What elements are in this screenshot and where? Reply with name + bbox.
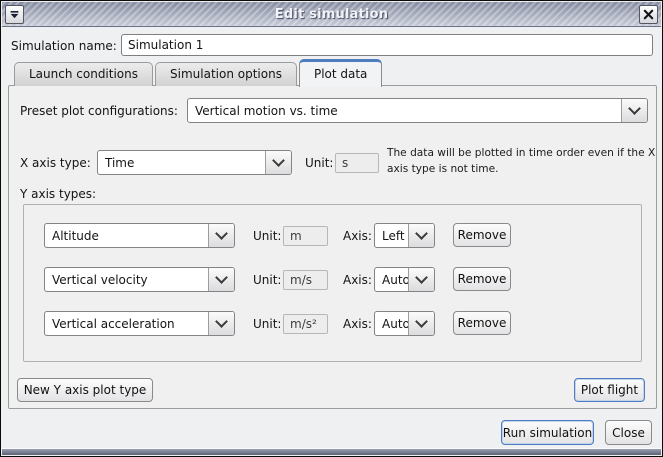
tab-launch-conditions[interactable]: Launch conditions [14, 62, 153, 86]
simulation-name-label: Simulation name: [11, 39, 117, 53]
new-y-axis-plot-type-button[interactable]: New Y axis plot type [17, 378, 153, 402]
combo-arrow-button[interactable] [208, 224, 234, 247]
combo-arrow-button[interactable] [408, 224, 434, 247]
x-axis-type-select[interactable]: Time [97, 150, 292, 175]
x-axis-unit-value: s [335, 153, 379, 173]
axis-label: Axis: [343, 317, 372, 331]
edit-simulation-dialog: Edit simulation Simulation name: Launch … [0, 0, 663, 457]
preset-label: Preset plot configurations: [20, 104, 178, 118]
remove-button[interactable]: Remove [453, 311, 511, 335]
axis-selected-value: Auto [375, 312, 408, 335]
unit-value: m/s² [283, 314, 328, 334]
y-axis-types-label: Y axis types: [20, 187, 96, 201]
y-axis-selected-value: Altitude [45, 224, 208, 247]
axis-label: Axis: [343, 229, 372, 243]
axis-selected-value: Auto [375, 268, 408, 291]
unit-value: m/s [283, 270, 328, 290]
remove-button[interactable]: Remove [453, 267, 511, 291]
plot-data-panel: Preset plot configurations: Vertical mot… [8, 85, 657, 409]
window-bottom-frame [2, 448, 661, 455]
unit-label: Unit: [253, 229, 281, 243]
unit-label: Unit: [253, 273, 281, 287]
y-axis-selected-value: Vertical velocity [45, 268, 208, 291]
chevron-down-icon [415, 315, 428, 328]
x-axis-unit-label: Unit: [305, 156, 333, 170]
close-dialog-button[interactable]: Close [605, 420, 652, 445]
axis-select[interactable]: Left [374, 223, 435, 248]
chevron-down-icon [415, 271, 428, 284]
chevron-down-icon [215, 271, 228, 284]
tab-plot-data[interactable]: Plot data [299, 59, 382, 87]
y-axis-type-select[interactable]: Altitude [44, 223, 235, 248]
chevron-down-icon [215, 315, 228, 328]
remove-button[interactable]: Remove [453, 223, 511, 247]
chevron-down-icon [415, 227, 428, 240]
preset-selected-value: Vertical motion vs. time [188, 99, 621, 122]
combo-arrow-button[interactable] [408, 312, 434, 335]
combo-arrow-button[interactable] [408, 268, 434, 291]
window-title: Edit simulation [27, 7, 636, 22]
y-axis-type-select[interactable]: Vertical velocity [44, 267, 235, 292]
titlebar[interactable]: Edit simulation [2, 2, 661, 27]
axis-select[interactable]: Auto [374, 267, 435, 292]
unit-value: m [283, 226, 328, 246]
close-icon [643, 9, 654, 20]
close-button[interactable] [639, 5, 658, 24]
combo-arrow-button[interactable] [265, 151, 291, 174]
axis-selected-value: Left [375, 224, 408, 247]
chevron-down-icon [628, 102, 641, 115]
tab-simulation-options[interactable]: Simulation options [155, 62, 297, 86]
window-menu-icon [9, 9, 20, 20]
chevron-down-icon [215, 227, 228, 240]
chevron-down-icon [272, 154, 285, 167]
simulation-name-input[interactable] [121, 34, 653, 56]
axis-select[interactable]: Auto [374, 311, 435, 336]
combo-arrow-button[interactable] [621, 99, 647, 122]
y-axis-type-select[interactable]: Vertical acceleration [44, 311, 235, 336]
y-axis-selected-value: Vertical acceleration [45, 312, 208, 335]
y-axis-types-group: Altitude Unit: m Axis: Left Remove Verti… [23, 204, 642, 362]
combo-arrow-button[interactable] [208, 268, 234, 291]
x-axis-selected-value: Time [98, 151, 265, 174]
x-axis-type-label: X axis type: [20, 156, 91, 170]
combo-arrow-button[interactable] [208, 312, 234, 335]
unit-label: Unit: [253, 317, 281, 331]
preset-plot-configurations-select[interactable]: Vertical motion vs. time [187, 98, 648, 123]
window-menu-button[interactable] [5, 5, 24, 24]
plot-flight-button[interactable]: Plot flight [574, 378, 645, 402]
tab-bar: Launch conditions Simulation options Plo… [14, 58, 384, 86]
run-simulation-button[interactable]: Run simulation [501, 420, 594, 445]
time-order-note: The data will be plotted in time order e… [387, 146, 659, 178]
axis-label: Axis: [343, 273, 372, 287]
